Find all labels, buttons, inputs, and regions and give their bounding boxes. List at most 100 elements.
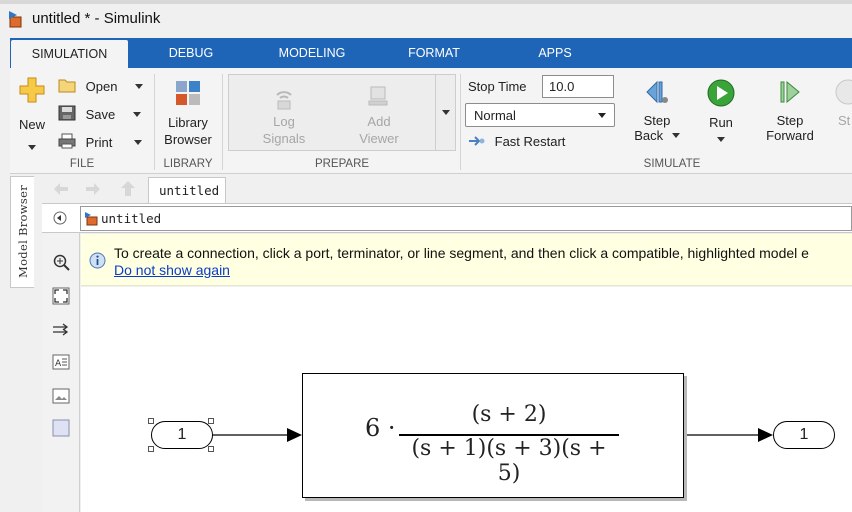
play-icon [707,79,735,107]
model-browser-tab[interactable]: Model Browser [10,176,34,288]
add-viewer-button[interactable]: Add Viewer [337,83,421,147]
fast-restart-icon [469,136,485,146]
tab-apps[interactable]: APPS [522,38,588,68]
chevron-down-icon [598,113,606,118]
run-dropdown-icon [717,137,725,142]
info-icon [89,252,106,269]
new-label: New [18,117,45,132]
log-signals-button[interactable]: Log Signals [239,83,329,147]
ribbon-tab-strip: SIMULATION DEBUG MODELING FORMAT APPS [10,38,852,68]
selection-handle[interactable] [148,446,154,452]
input-arrowhead [287,428,302,442]
simulation-mode-value: Normal [474,108,516,123]
banner-message: To create a connection, click a port, te… [114,245,809,261]
step-back-label-2: Back [634,128,664,143]
new-button[interactable]: New [14,76,50,156]
log-signals-label-1: Log [273,114,295,129]
model-address-breadcrumb[interactable]: untitled [80,206,852,231]
image-icon[interactable] [52,387,70,405]
open-label: Open [85,79,118,94]
add-viewer-label-2: Viewer [359,131,399,146]
save-dropdown-icon [132,112,141,117]
prepare-gallery-expand-button[interactable] [435,74,456,151]
selection-handle[interactable] [148,418,154,424]
transfer-fcn-block[interactable]: 6 · (s + 2) (s + 1)(s + 3)(s + 5) [302,373,684,498]
window-title: untitled * - Simulink [32,10,161,27]
fit-to-view-icon[interactable] [52,287,70,305]
print-button[interactable]: Print [58,133,148,153]
print-dropdown-icon [133,140,142,145]
step-forward-label-2: Forward [766,128,814,143]
step-back-label-1: Step [643,113,671,128]
simulink-app-icon [9,11,22,28]
step-forward-button[interactable]: Step Forward [762,78,818,154]
tab-simulation[interactable]: SIMULATION [11,40,128,68]
log-signals-icon [276,91,292,110]
hide-explorer-icon[interactable] [53,211,67,225]
fast-restart-label: Fast Restart [494,134,566,149]
canvas-toolbar: A [42,233,80,512]
model-tab-untitled[interactable]: untitled [148,177,226,204]
tab-debug[interactable]: DEBUG [150,38,232,68]
step-back-button[interactable]: Step Back [634,78,680,154]
save-button[interactable]: Save [58,105,148,125]
tf-gain: 6 · [365,414,396,442]
save-label: Save [85,107,116,122]
open-dropdown-icon [135,84,144,89]
selection-handle[interactable] [208,418,214,424]
up-arrow-icon[interactable] [120,180,136,198]
run-label: Run [709,115,733,130]
back-arrow-icon[interactable] [52,181,70,197]
output-arrowhead [758,428,773,442]
stop-icon [835,79,852,105]
library-browser-label-2: Browser [164,132,212,147]
printer-icon [58,133,76,149]
model-canvas[interactable]: 1 6 · (s + 2) (s + 1)(s + 3)(s + 5) 1 [81,287,852,512]
file-group-divider [154,74,155,170]
prepare-gallery: Log Signals Add Viewer [228,74,456,151]
tf-denominator: (s + 1)(s + 3)(s + 5) [411,436,607,486]
prepare-group-label: PREPARE [314,158,370,170]
do-not-show-again-link[interactable]: Do not show again [114,262,230,278]
signal-arrow-icon[interactable] [52,321,70,339]
tab-modeling[interactable]: MODELING [262,38,362,68]
library-grid-icon [176,81,200,105]
outport-block[interactable]: 1 [773,421,835,449]
stop-time-input[interactable]: 10.0 [542,75,614,98]
tf-numerator: (s + 2) [471,402,547,427]
info-banner: To create a connection, click a port, te… [81,234,852,286]
simulate-group-label: SIMULATE [643,158,701,170]
open-button[interactable]: Open [58,78,148,98]
stop-button[interactable]: St [832,78,852,154]
step-forward-icon [780,80,800,104]
step-back-icon [646,80,668,104]
expand-gallery-icon [442,110,450,115]
annotation-icon[interactable]: A [52,353,70,371]
selection-handle[interactable] [208,446,214,452]
model-icon [85,212,98,226]
tab-format[interactable]: FORMAT [392,38,476,68]
print-label: Print [85,135,113,150]
folder-icon [58,79,76,93]
zoom-icon[interactable] [52,253,70,271]
area-icon[interactable] [52,419,70,437]
title-bar-top-edge [0,0,852,4]
file-group-label: FILE [69,158,95,170]
title-bar: untitled * - Simulink [0,0,852,38]
add-viewer-icon [368,86,388,106]
library-group-label: LIBRARY [163,158,213,170]
forward-arrow-icon[interactable] [84,181,102,197]
stop-time-label: Stop Time [468,79,527,94]
stop-label: St [838,113,851,128]
fast-restart-toggle[interactable]: Fast Restart [467,134,577,149]
step-forward-label-1: Step [776,113,804,128]
library-browser-button[interactable]: Library Browser [160,80,216,152]
inport-block[interactable]: 1 [151,421,213,449]
new-dropdown-icon [28,145,36,150]
log-signals-label-2: Signals [262,131,306,146]
simulation-mode-dropdown[interactable]: Normal [465,103,615,127]
step-back-label-row: Back [634,128,680,143]
new-plus-icon [19,77,45,103]
explorer-bar: untitled [42,176,852,204]
run-button[interactable]: Run [698,78,744,154]
